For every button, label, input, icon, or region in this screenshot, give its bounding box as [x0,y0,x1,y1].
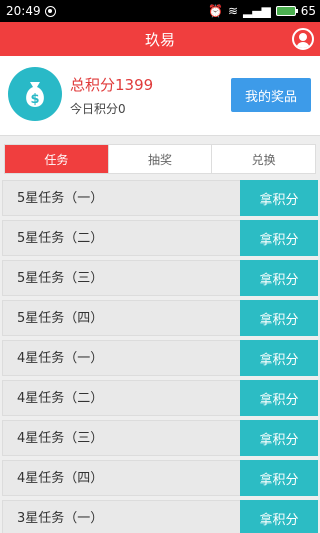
tab-exchange[interactable]: 兑换 [212,145,315,173]
task-label: 3星任务（一） [17,511,104,526]
task-label: 4星任务（二） [17,391,104,406]
signal-icon: ▂▄▆ [243,4,271,18]
get-points-button[interactable]: 拿积分 [240,500,318,533]
task-row: 3星任务（一） 拿积分 [2,500,318,533]
task-row: 5星任务（四） 拿积分 [2,300,318,336]
money-bag-icon: $ [8,67,62,121]
tab-bar: 任务 抽奖 兑换 [4,144,316,174]
task-label: 5星任务（二） [17,231,104,246]
get-points-button[interactable]: 拿积分 [240,300,318,336]
get-points-button[interactable]: 拿积分 [240,460,318,496]
task-row: 4星任务（一） 拿积分 [2,340,318,376]
battery-level: 65 [300,4,316,18]
task-row: 5星任务（二） 拿积分 [2,220,318,256]
status-bar: 20:49 ⏰ ≋ ▂▄▆ 65 [0,0,320,22]
get-points-button[interactable]: 拿积分 [240,420,318,456]
total-points: 总积分1399 [70,76,154,94]
task-label: 4星任务（一） [17,351,104,366]
task-row: 4星任务（四） 拿积分 [2,460,318,496]
task-label: 5星任务（一） [17,191,104,206]
app-bar: 玖易 [0,22,320,56]
task-row: 5星任务（三） 拿积分 [2,260,318,296]
task-row: 5星任务（一） 拿积分 [2,180,318,216]
alarm-icon: ⏰ [208,4,223,18]
task-label: 5星任务（三） [17,271,104,286]
battery-icon [275,6,298,16]
task-label: 5星任务（四） [17,311,104,326]
app-title: 玖易 [144,30,175,49]
wifi-icon: ≋ [227,4,239,18]
task-label: 4星任务（四） [17,471,104,486]
get-points-button[interactable]: 拿积分 [240,180,318,216]
task-row: 4星任务（二） 拿积分 [2,380,318,416]
get-points-button[interactable]: 拿积分 [240,340,318,376]
get-points-button[interactable]: 拿积分 [240,260,318,296]
tab-lottery[interactable]: 抽奖 [109,145,213,173]
tab-tasks[interactable]: 任务 [5,145,109,173]
svg-text:$: $ [30,92,39,107]
today-points: 今日积分0 [70,102,126,116]
task-list: 5星任务（一） 拿积分 5星任务（二） 拿积分 5星任务（三） 拿积分 5星任务… [0,180,320,533]
task-label: 4星任务（三） [17,431,104,446]
points-header: $ 总积分1399 今日积分0 我的奖品 [0,56,320,136]
task-row: 4星任务（三） 拿积分 [2,420,318,456]
sync-icon [44,5,56,17]
status-time: 20:49 [6,4,41,18]
get-points-button[interactable]: 拿积分 [240,380,318,416]
my-prize-button[interactable]: 我的奖品 [231,78,311,112]
user-profile-icon[interactable] [292,28,314,50]
get-points-button[interactable]: 拿积分 [240,220,318,256]
